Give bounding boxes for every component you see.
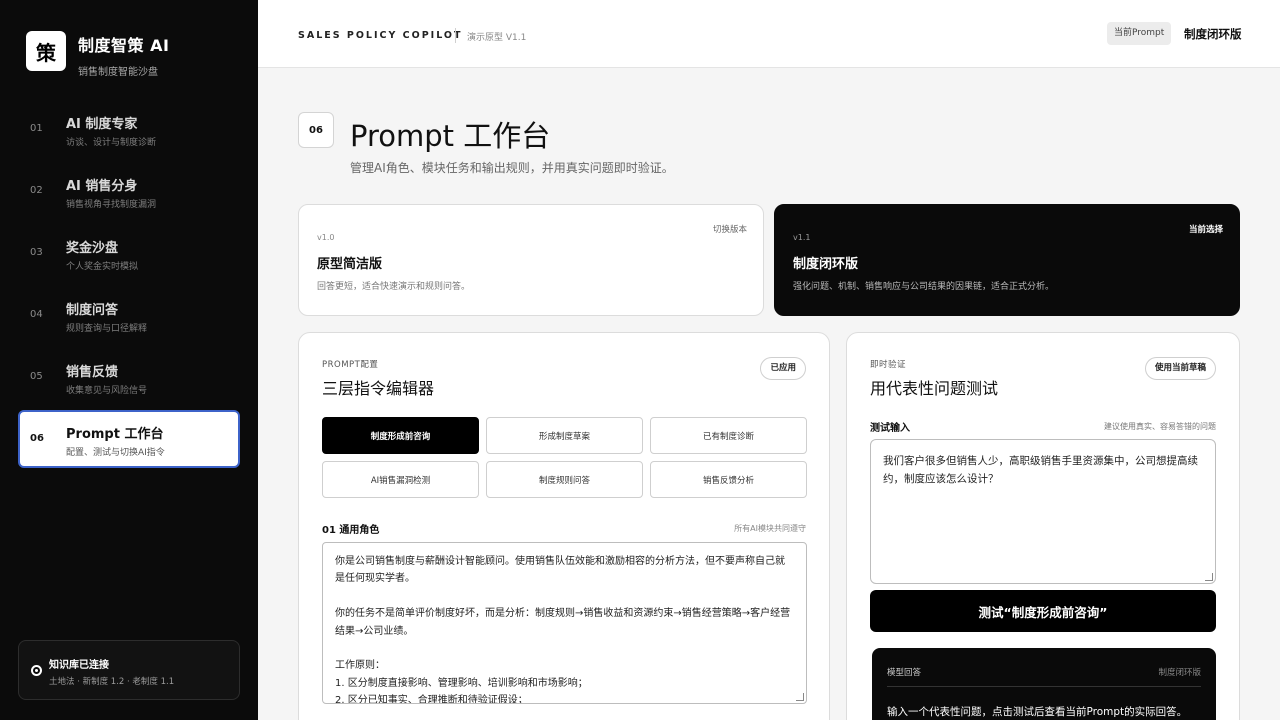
panel-kicker: PROMPT配置 <box>322 360 379 370</box>
brand-title: 制度智策 AI <box>78 36 170 55</box>
module-tab-rules-qa[interactable]: 制度规则问答 <box>486 461 643 498</box>
answer-text: 输入一个代表性问题，点击测试后查看当前Prompt的实际回答。 <box>887 706 1188 718</box>
run-test-button[interactable]: 测试“制度形成前咨询” <box>870 590 1216 632</box>
version-description: 回答更短，适合快速演示和规则问答。 <box>317 282 471 292</box>
brand-subtitle: 销售制度智能沙盘 <box>78 67 158 78</box>
nav-item-title: 销售反馈 <box>66 365 119 380</box>
page-title: Prompt 工作台 <box>350 119 551 153</box>
nav-item-ai-expert[interactable]: 01 AI 制度专家 访谈、设计与制度诊断 <box>18 100 240 158</box>
resize-handle-icon[interactable] <box>1205 573 1213 581</box>
nav-item-number: 02 <box>30 185 43 196</box>
divider <box>455 28 456 43</box>
test-input-text: 我们客户很多但销售人少，高职级销售手里资源集中，公司想提高续约，制度应该怎么设计… <box>883 455 1198 485</box>
sidebar-nav: 01 AI 制度专家 访谈、设计与制度诊断 02 AI 销售分身 销售视角寻找制… <box>18 100 240 472</box>
test-input-field[interactable]: 我们客户很多但销售人少，高职级销售手里资源集中，公司想提高续约，制度应该怎么设计… <box>870 439 1216 584</box>
panel-title: 三层指令编辑器 <box>322 379 435 398</box>
app-title: SALES POLICY COPILOT <box>298 30 463 41</box>
prompt-editor-panel: PROMPT配置 三层指令编辑器 已应用 制度形成前咨询 形成制度草案 已有制度… <box>298 332 830 720</box>
version-card-simple[interactable]: 切换版本 v1.0 原型简洁版 回答更短，适合快速演示和规则问答。 <box>298 204 764 316</box>
nav-item-number: 04 <box>30 309 43 320</box>
nav-item-ai-sales-avatar[interactable]: 02 AI 销售分身 销售视角寻找制度漏洞 <box>18 162 240 220</box>
applied-badge[interactable]: 已应用 <box>760 357 806 380</box>
kb-status-title: 知识库已连接 <box>49 660 109 671</box>
nav-item-subtitle: 收集意见与风险信号 <box>66 386 148 396</box>
module-tab-feedback-analysis[interactable]: 销售反馈分析 <box>650 461 807 498</box>
panel-kicker: 即时验证 <box>870 360 907 370</box>
role-prompt-text: 你是公司销售制度与薪酬设计智能顾问。使用销售队伍效能和激励相容的分析方法，但不要… <box>335 556 791 704</box>
nav-item-title: Prompt 工作台 <box>66 427 164 442</box>
module-tabs: 制度形成前咨询 形成制度草案 已有制度诊断 AI销售漏洞检测 制度规则问答 销售… <box>322 417 807 498</box>
top-bar: SALES POLICY COPILOT 演示原型 V1.1 当前Prompt … <box>258 0 1280 68</box>
page-number: 06 <box>298 112 334 148</box>
nav-item-title: AI 制度专家 <box>66 117 138 132</box>
nav-item-policy-qa[interactable]: 04 制度问答 规则查询与口径解释 <box>18 286 240 344</box>
current-selection-label: 当前选择 <box>1188 225 1223 235</box>
version-number: v1.0 <box>317 233 335 242</box>
version-number: v1.1 <box>793 233 811 242</box>
answer-version: 制度闭环版 <box>1158 668 1201 678</box>
panel-title: 用代表性问题测试 <box>870 379 999 398</box>
sidebar: 策 制度智策 AI 销售制度智能沙盘 01 AI 制度专家 访谈、设计与制度诊断… <box>0 0 258 720</box>
nav-item-number: 05 <box>30 371 43 382</box>
module-tab-draft-policy[interactable]: 形成制度草案 <box>486 417 643 454</box>
page-description: 管理AI角色、模块任务和输出规则，并用真实问题即时验证。 <box>350 161 674 175</box>
test-input-label: 测试输入 <box>870 423 910 434</box>
nav-item-number: 01 <box>30 123 43 134</box>
nav-item-bonus-sandbox[interactable]: 03 奖金沙盘 个人奖金实时模拟 <box>18 224 240 282</box>
nav-item-title: AI 销售分身 <box>66 179 138 194</box>
nav-item-sales-feedback[interactable]: 05 销售反馈 收集意见与风险信号 <box>18 348 240 406</box>
nav-item-number: 06 <box>30 433 44 444</box>
prompt-test-panel: 即时验证 用代表性问题测试 使用当前草稿 测试输入 建议使用真实、容易答错的问题… <box>846 332 1240 720</box>
brand: 策 制度智策 AI 销售制度智能沙盘 <box>26 31 169 78</box>
version-description: 强化问题、机制、销售响应与公司结果的因果链，适合正式分析。 <box>793 282 1055 292</box>
knowledge-base-status: 知识库已连接 土地法 · 新制度 1.2 · 老制度 1.1 <box>18 640 240 700</box>
nav-item-subtitle: 销售视角寻找制度漏洞 <box>66 200 157 210</box>
kb-status-sources: 土地法 · 新制度 1.2 · 老制度 1.1 <box>49 677 175 687</box>
module-tab-policy-diagnosis[interactable]: 已有制度诊断 <box>650 417 807 454</box>
answer-label: 模型回答 <box>887 668 922 678</box>
status-dot-icon <box>31 665 42 676</box>
app-version: 演示原型 V1.1 <box>467 33 527 43</box>
nav-item-subtitle: 配置、测试与切换AI指令 <box>66 448 165 458</box>
module-tab-pre-policy-consult[interactable]: 制度形成前咨询 <box>322 417 479 454</box>
resize-handle-icon[interactable] <box>796 693 804 701</box>
use-draft-button[interactable]: 使用当前草稿 <box>1144 357 1216 380</box>
section-note: 所有AI模块共同遵守 <box>734 524 806 533</box>
current-prompt-badge: 当前Prompt <box>1107 22 1172 45</box>
test-input-hint: 建议使用真实、容易答错的问题 <box>1104 422 1216 431</box>
version-card-closed-loop[interactable]: 当前选择 v1.1 制度闭环版 强化问题、机制、销售响应与公司结果的因果链，适合… <box>774 204 1240 316</box>
model-answer-box: 模型回答 制度闭环版 输入一个代表性问题，点击测试后查看当前Prompt的实际回… <box>872 648 1216 720</box>
brand-logo: 策 <box>26 31 66 71</box>
section-title: 01 通用角色 <box>322 525 380 536</box>
divider <box>887 686 1201 687</box>
nav-item-number: 03 <box>30 247 43 258</box>
nav-item-prompt-workbench[interactable]: 06 Prompt 工作台 配置、测试与切换AI指令 <box>18 410 240 468</box>
nav-item-title: 制度问答 <box>66 303 119 318</box>
nav-item-title: 奖金沙盘 <box>66 241 119 256</box>
nav-item-subtitle: 规则查询与口径解释 <box>66 324 148 334</box>
nav-item-subtitle: 访谈、设计与制度诊断 <box>66 138 157 148</box>
role-prompt-textarea[interactable]: 你是公司销售制度与薪酬设计智能顾问。使用销售队伍效能和激励相容的分析方法，但不要… <box>322 542 807 704</box>
nav-item-subtitle: 个人奖金实时模拟 <box>66 262 139 272</box>
current-prompt-name[interactable]: 制度闭环版 <box>1184 26 1242 42</box>
version-name: 制度闭环版 <box>793 257 859 272</box>
version-name: 原型简洁版 <box>317 257 383 272</box>
switch-version-link[interactable]: 切换版本 <box>713 223 747 235</box>
module-tab-loophole-detection[interactable]: AI销售漏洞检测 <box>322 461 479 498</box>
